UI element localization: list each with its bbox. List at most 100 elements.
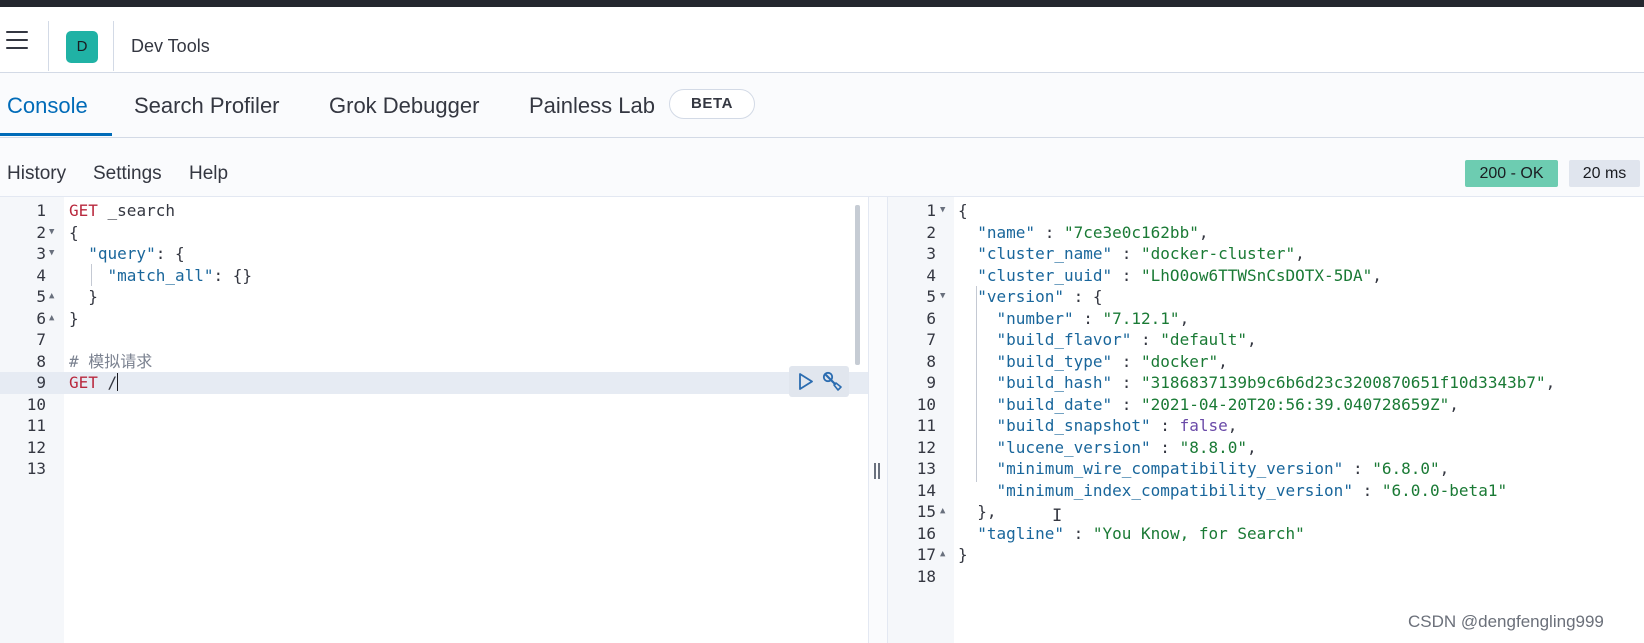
code-text: "build_date" : "2021-04-20T20:56:39.0407…	[996, 394, 1459, 414]
code-text: }	[958, 545, 968, 564]
code-text: "match_all": {}	[107, 265, 253, 285]
hamburger-menu-icon[interactable]	[6, 31, 28, 49]
devtools-tabs: Console Search Profiler Grok Debugger Pa…	[0, 73, 1644, 138]
line-number: 1	[36, 201, 46, 220]
fold-caret-up-icon[interactable]: ▲	[49, 286, 59, 308]
line-number: 9	[926, 373, 936, 392]
editor-line: 4 "match_all": {}	[0, 265, 868, 287]
output-line: 13 "minimum_wire_compatibility_version" …	[888, 458, 1644, 480]
active-tab-indicator	[0, 133, 112, 136]
line-number: 14	[916, 480, 936, 500]
code-text: "minimum_wire_compatibility_version" : "…	[996, 459, 1450, 478]
line-number: 8	[36, 351, 46, 371]
editor-line: 9 GET /	[0, 372, 868, 394]
code-text: "minimum_index_compatibility_version" : …	[996, 480, 1508, 500]
line-number: 8	[926, 351, 936, 371]
watermark: CSDN @dengfengling999	[1408, 612, 1604, 631]
code-text: }	[69, 287, 98, 306]
line-number: 7	[926, 330, 936, 349]
wrench-icon[interactable]	[821, 370, 845, 393]
output-line: 2 "name" : "7ce3e0c162bb",	[888, 222, 1644, 244]
help-link[interactable]: Help	[189, 163, 228, 185]
output-line: 15 ▲ },	[888, 501, 1644, 523]
text-caret	[117, 373, 119, 391]
output-line: 5 ▼ "version" : {	[888, 286, 1644, 308]
editor-line: 13	[0, 458, 868, 480]
code-text: {	[958, 201, 968, 220]
text-cursor-icon: I	[1052, 506, 1063, 526]
output-line: 6 "number" : "7.12.1",	[888, 308, 1644, 330]
line-number: 5	[926, 287, 936, 306]
fold-caret-down-icon[interactable]: ▼	[940, 200, 950, 222]
resize-handle-icon[interactable]	[874, 463, 880, 479]
line-number: 11	[916, 416, 936, 435]
line-number: 12	[916, 437, 936, 457]
tab-painless-lab[interactable]: Painless Lab	[529, 93, 655, 119]
output-line: 17 ▲}	[888, 544, 1644, 566]
app-header: D Dev Tools	[0, 7, 1644, 73]
request-editor[interactable]: 1 GET _search 2 ▼{3 ▼ "query": {4 "match_all…	[0, 197, 868, 643]
code-text: "query": {	[88, 244, 185, 263]
line-number: 13	[916, 459, 936, 478]
code-text: },	[958, 502, 997, 521]
editor-scrollbar[interactable]	[855, 205, 860, 365]
code-text: "name" : "7ce3e0c162bb",	[977, 222, 1209, 242]
fold-caret-down-icon[interactable]: ▼	[940, 286, 950, 308]
status-badge: 200 - OK	[1465, 160, 1558, 187]
fold-caret-down-icon[interactable]: ▼	[49, 243, 59, 265]
fold-caret-up-icon[interactable]: ▲	[49, 308, 59, 330]
play-icon[interactable]	[793, 370, 817, 393]
code-text: GET _search	[69, 201, 175, 220]
line-number: 17	[916, 545, 936, 564]
code-text: "build_type" : "docker",	[996, 351, 1228, 371]
code-text: "tagline" : "You Know, for Search"	[977, 523, 1305, 543]
line-number: 2	[926, 222, 936, 242]
space-avatar[interactable]: D	[66, 31, 98, 63]
header-divider	[113, 21, 114, 71]
editor-line: 6 ▲}	[0, 308, 868, 330]
response-output: 1 ▼{2 "name" : "7ce3e0c162bb", 3 "cluster_…	[888, 197, 1644, 643]
timing-badge: 20 ms	[1569, 160, 1640, 187]
settings-link[interactable]: Settings	[93, 163, 162, 185]
line-number: 10	[916, 394, 936, 414]
output-line: 16 "tagline" : "You Know, for Search"	[888, 523, 1644, 545]
line-number: 1	[926, 201, 936, 220]
line-number: 5	[36, 287, 46, 306]
output-line: 1 ▼ {	[888, 200, 1644, 222]
header-divider	[48, 21, 49, 71]
fold-caret-down-icon[interactable]: ▼	[49, 222, 59, 244]
beta-badge: BETA	[669, 89, 755, 119]
line-number: 18	[916, 566, 936, 586]
tab-console[interactable]: Console	[7, 93, 88, 119]
output-line: 11 "build_snapshot" : false,	[888, 415, 1644, 437]
code-text: GET /	[69, 373, 119, 392]
code-text: {	[69, 222, 79, 242]
code-text: # 模拟请求	[69, 351, 153, 371]
indent-guide	[976, 286, 977, 482]
line-number: 15	[916, 502, 936, 521]
tab-grok-debugger[interactable]: Grok Debugger	[329, 93, 479, 119]
editor-line: 3 ▼ "query": {	[0, 243, 868, 265]
fold-caret-up-icon[interactable]: ▲	[940, 501, 950, 523]
editor-line: 7	[0, 329, 868, 351]
output-line: 18	[888, 566, 1644, 588]
top-strip	[0, 0, 1644, 7]
code-text: "number" : "7.12.1",	[996, 308, 1190, 328]
line-number: 4	[926, 265, 936, 285]
console-menu-bar: History Settings Help 200 - OK 20 ms	[0, 138, 1644, 197]
fold-caret-up-icon[interactable]: ▲	[940, 544, 950, 566]
editor-line: 2 ▼ {	[0, 222, 868, 244]
editor-line: 1 GET _search	[0, 200, 868, 222]
line-number: 6	[36, 308, 46, 328]
history-link[interactable]: History	[7, 163, 66, 185]
editor-line: 5 ▲ }	[0, 286, 868, 308]
line-number: 11	[26, 416, 46, 435]
line-number: 7	[36, 330, 46, 349]
code-text: "build_flavor" : "default",	[996, 330, 1257, 349]
code-text: "lucene_version" : "8.8.0",	[996, 437, 1257, 457]
line-number: 6	[926, 308, 936, 328]
output-line: 3 "cluster_name" : "docker-cluster",	[888, 243, 1644, 265]
tab-search-profiler[interactable]: Search Profiler	[134, 93, 280, 119]
app-title: Dev Tools	[131, 36, 210, 56]
editor-line: 12	[0, 437, 868, 459]
